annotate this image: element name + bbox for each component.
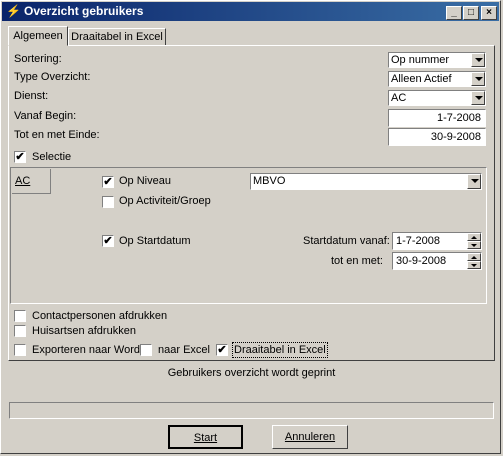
excel-checkbox[interactable]: [140, 344, 152, 356]
huisartsen-label: Huisartsen afdrukken: [32, 325, 136, 337]
tot-en-met-label: tot en met:: [331, 255, 383, 267]
spin-down-icon[interactable]: [467, 261, 481, 269]
niveau-select[interactable]: MBVO: [250, 173, 482, 190]
start-label: Start: [193, 432, 218, 444]
start-button[interactable]: Start: [168, 425, 243, 449]
status-text: Gebruikers overzicht wordt geprint: [167, 367, 336, 379]
op-activiteit-label: Op Activiteit/Groep: [119, 195, 211, 207]
annuleren-button[interactable]: Annuleren: [272, 425, 348, 449]
word-label: Exporteren naar Word: [32, 344, 141, 356]
spin-up-icon[interactable]: [467, 233, 481, 241]
op-startdatum-label: Op Startdatum: [119, 235, 191, 247]
vanaf-begin-input[interactable]: 1-7-2008: [388, 109, 486, 127]
selectie-tab-divider: [50, 169, 51, 194]
type-overzicht-select[interactable]: Alleen Actief: [388, 71, 486, 87]
tot-en-met-spinner[interactable]: 30-9-2008: [392, 252, 482, 270]
app-icon: ⚡: [6, 4, 21, 18]
type-overzicht-label: Type Overzicht:: [14, 71, 91, 83]
close-button[interactable]: ×: [481, 6, 497, 20]
sortering-select[interactable]: Op nummer: [388, 52, 486, 68]
spin-down-icon[interactable]: [467, 241, 481, 249]
sortering-label: Sortering:: [14, 53, 62, 65]
op-activiteit-checkbox[interactable]: [102, 196, 114, 208]
dienst-select[interactable]: AC: [388, 90, 486, 106]
chevron-down-icon[interactable]: [467, 174, 481, 189]
spin-up-icon[interactable]: [467, 253, 481, 261]
chevron-down-icon[interactable]: [471, 91, 485, 105]
word-checkbox[interactable]: [14, 344, 26, 356]
startdatum-vanaf-value: 1-7-2008: [396, 235, 441, 247]
tot-einde-label: Tot en met Einde:: [14, 129, 100, 141]
selectie-tab-underline: [12, 193, 50, 194]
chevron-down-icon[interactable]: [471, 53, 485, 67]
type-overzicht-value: Alleen Actief: [391, 73, 452, 85]
chevron-down-icon[interactable]: [471, 72, 485, 86]
startdatum-vanaf-label: Startdatum vanaf:: [303, 235, 390, 247]
contactpersonen-checkbox[interactable]: [14, 310, 26, 322]
sortering-value: Op nummer: [391, 54, 450, 66]
tab-draaitabel[interactable]: Draaitabel in Excel: [68, 28, 166, 46]
excel-label: naar Excel: [158, 344, 210, 356]
niveau-value: MBVO: [253, 175, 286, 187]
op-niveau-checkbox[interactable]: ✔: [102, 176, 114, 188]
maximize-button[interactable]: □: [463, 6, 479, 20]
progress-bar: [9, 402, 494, 419]
title-bar: ⚡ Overzicht gebruikers _ □ ×: [2, 2, 499, 21]
selectie-label: Selectie: [32, 151, 72, 163]
draaitabel-checkbox[interactable]: ✔: [216, 344, 228, 356]
vanaf-begin-label: Vanaf Begin:: [14, 110, 77, 122]
tot-en-met-value: 30-9-2008: [396, 255, 447, 267]
minimize-button[interactable]: _: [446, 6, 462, 20]
contactpersonen-label: Contactpersonen afdrukken: [32, 310, 168, 322]
draaitabel-label: Draaitabel in Excel: [232, 342, 328, 358]
window-title: Overzicht gebruikers: [24, 4, 144, 18]
op-startdatum-checkbox[interactable]: ✔: [102, 235, 114, 247]
annuleren-label: Annuleren: [284, 431, 336, 443]
op-niveau-label: Op Niveau: [119, 175, 171, 187]
startdatum-vanaf-spinner[interactable]: 1-7-2008: [392, 232, 482, 250]
tab-algemeen[interactable]: Algemeen: [8, 26, 68, 46]
dienst-value: AC: [391, 92, 407, 104]
selectie-checkbox[interactable]: ✔: [14, 151, 26, 163]
selectie-tab-ac[interactable]: AC: [15, 174, 30, 188]
dienst-label: Dienst:: [14, 90, 49, 102]
huisartsen-checkbox[interactable]: [14, 325, 26, 337]
tot-einde-input[interactable]: 30-9-2008: [388, 128, 486, 146]
